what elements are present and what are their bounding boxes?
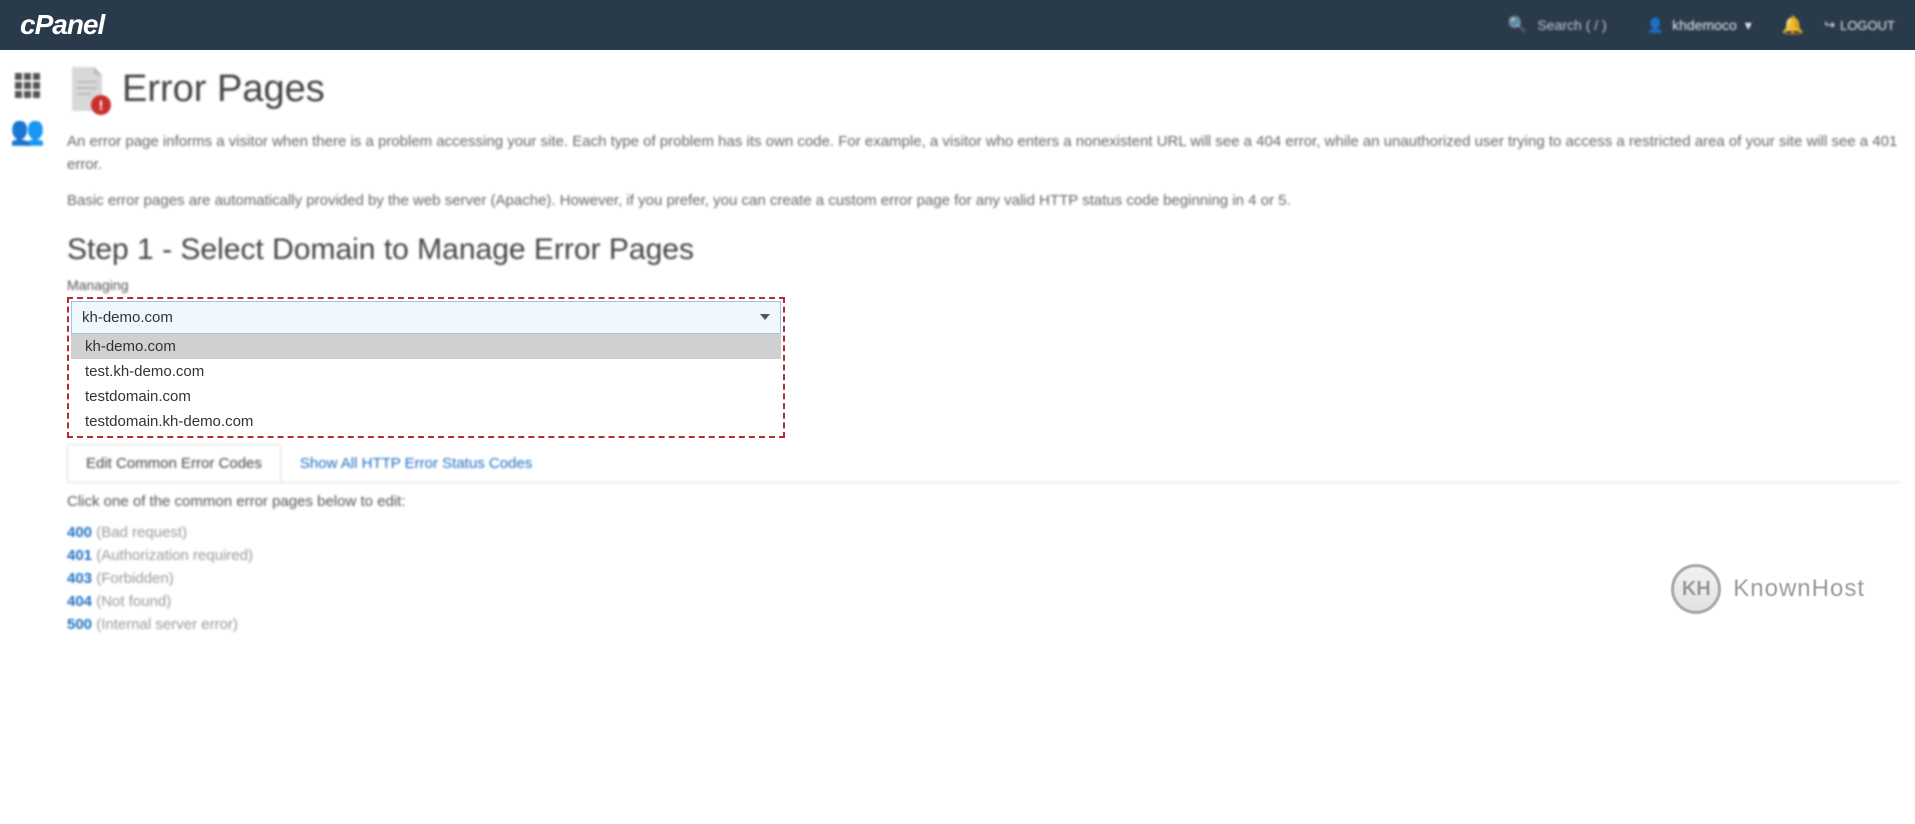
- error-link-500[interactable]: 500 (Internal server error): [67, 616, 1900, 633]
- domain-select-value: kh-demo.com: [82, 309, 173, 326]
- domain-options-list: kh-demo.com test.kh-demo.com testdomain.…: [71, 334, 781, 434]
- user-menu[interactable]: 👤 khdemoco ▾: [1647, 17, 1752, 34]
- step2-tabs: Edit Common Error Codes Show All HTTP Er…: [67, 444, 1900, 483]
- logout-icon: ↪: [1824, 17, 1835, 33]
- title-row: ! Error Pages: [67, 65, 1900, 113]
- page-title: Error Pages: [122, 68, 325, 111]
- knownhost-logo-icon: KH: [1671, 564, 1721, 614]
- logout-button[interactable]: ↪ LOGOUT: [1824, 17, 1895, 33]
- top-header: cPanel 🔍 Search ( / ) 👤 khdemoco ▾ 🔔 ↪ L…: [0, 0, 1915, 50]
- tab-divider: [67, 482, 1900, 483]
- error-link-404[interactable]: 404 (Not found): [67, 593, 1900, 610]
- main-content: ! Error Pages An error page informs a vi…: [55, 50, 1915, 654]
- domain-option[interactable]: testdomain.kh-demo.com: [71, 409, 781, 434]
- step1-heading: Step 1 - Select Domain to Manage Error P…: [67, 233, 1900, 267]
- username: khdemoco: [1672, 17, 1737, 33]
- tab-common-codes[interactable]: Edit Common Error Codes: [67, 444, 281, 483]
- description-2: Basic error pages are automatically prov…: [67, 190, 1900, 213]
- cpanel-logo[interactable]: cPanel: [20, 9, 104, 41]
- domain-option[interactable]: kh-demo.com: [71, 334, 781, 359]
- domain-option[interactable]: test.kh-demo.com: [71, 359, 781, 384]
- logout-label: LOGOUT: [1840, 18, 1895, 33]
- search-placeholder: Search ( / ): [1537, 17, 1606, 33]
- error-code-list: 400 (Bad request) 401 (Authorization req…: [67, 524, 1900, 633]
- error-link-400[interactable]: 400 (Bad request): [67, 524, 1900, 541]
- error-pages-icon: !: [67, 65, 107, 113]
- description-1: An error page informs a visitor when the…: [67, 131, 1900, 176]
- left-sidebar: 👥: [0, 50, 55, 824]
- user-icon: 👤: [1647, 17, 1664, 34]
- tab-all-codes[interactable]: Show All HTTP Error Status Codes: [281, 444, 551, 483]
- managing-label: Managing: [67, 277, 1900, 293]
- domain-select[interactable]: kh-demo.com: [71, 301, 781, 334]
- error-link-401[interactable]: 401 (Authorization required): [67, 547, 1900, 564]
- chevron-down-icon: ▾: [1745, 17, 1752, 34]
- search-area[interactable]: 🔍 Search ( / ): [1508, 15, 1607, 35]
- search-icon: 🔍: [1508, 15, 1528, 35]
- domain-option[interactable]: testdomain.com: [71, 384, 781, 409]
- users-icon[interactable]: 👥: [0, 106, 55, 155]
- knownhost-watermark: KH KnownHost: [1671, 564, 1865, 614]
- domain-dropdown-highlight: kh-demo.com kh-demo.com test.kh-demo.com…: [67, 297, 785, 438]
- apps-grid-icon[interactable]: [0, 65, 55, 106]
- notifications-icon[interactable]: 🔔: [1782, 15, 1804, 36]
- step2-instruction: Click one of the common error pages belo…: [67, 493, 1900, 510]
- alert-badge-icon: !: [91, 95, 111, 115]
- knownhost-text: KnownHost: [1733, 575, 1865, 603]
- error-link-403[interactable]: 403 (Forbidden): [67, 570, 1900, 587]
